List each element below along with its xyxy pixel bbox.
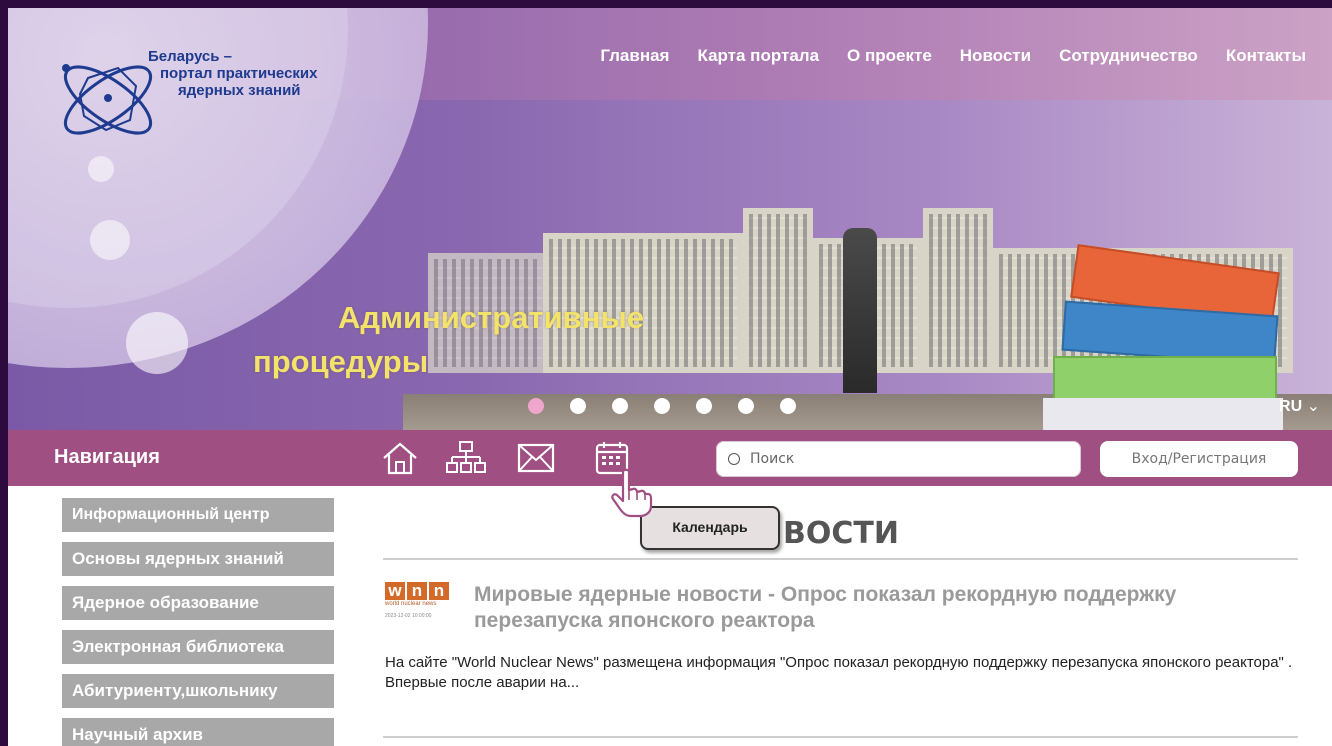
nav-link-sitemap[interactable]: Карта портала [697, 46, 819, 66]
divider [383, 558, 1298, 560]
wnn-subtitle: world nuclear news [385, 601, 437, 607]
building-tower-right [923, 208, 993, 373]
slide-slogan: Административные процедуры [253, 296, 644, 384]
slider-dot[interactable] [528, 398, 544, 414]
logo-text: Беларусь – портал практических ядерных з… [148, 48, 398, 99]
article-summary: На сайте "World Nuclear News" размещена … [385, 654, 1293, 691]
nav-link-home[interactable]: Главная [600, 46, 669, 66]
sidebar-item-e-library[interactable]: Электронная библиотека [62, 630, 334, 664]
mail-icon[interactable] [516, 440, 556, 476]
decor-bubble [126, 312, 188, 374]
language-selector[interactable]: RU ⌄ [1279, 396, 1320, 416]
slider-dot[interactable] [654, 398, 670, 414]
wnn-letter: n [429, 582, 449, 600]
sitemap-icon[interactable] [446, 440, 486, 476]
slider-dot[interactable] [738, 398, 754, 414]
sidebar-item-nuclear-education[interactable]: Ядерное образование [62, 586, 334, 620]
sidebar-item-nuclear-basics[interactable]: Основы ядерных знаний [62, 542, 334, 576]
home-icon[interactable] [380, 440, 420, 476]
toolbar: Навигация Вход [8, 430, 1332, 486]
folders-stack [1043, 244, 1283, 430]
page: Беларусь – портал практических ядерных з… [8, 8, 1332, 746]
nav-link-about[interactable]: О проекте [847, 46, 932, 66]
login-button[interactable]: Вход/Регистрация [1100, 441, 1298, 477]
nav-link-cooperation[interactable]: Сотрудничество [1059, 46, 1198, 66]
wnn-letter: w [385, 582, 405, 600]
logo-line-3: ядерных знаний [178, 82, 301, 99]
search-box[interactable] [716, 441, 1081, 477]
search-input[interactable] [748, 450, 1072, 468]
sidebar-item-info-center[interactable]: Информационный центр [62, 498, 334, 532]
decor-bubble [90, 220, 130, 260]
logo-line-2: портал практических [160, 65, 318, 82]
sidebar-menu: Информационный центр Основы ядерных знан… [62, 498, 334, 746]
chevron-down-icon: ⌄ [1306, 398, 1320, 415]
calendar-tooltip: Календарь [640, 506, 780, 550]
news-heading: ВОСТИ [783, 516, 899, 551]
slogan-line-2: процедуры [253, 344, 429, 379]
wnn-letter: n [407, 582, 427, 600]
slider-dot[interactable] [612, 398, 628, 414]
sidebar-item-archive[interactable]: Научный архив [62, 718, 334, 746]
slogan-line-1: Административные [338, 300, 645, 335]
slider-dot[interactable] [780, 398, 796, 414]
monument [843, 228, 877, 393]
hero-banner: Беларусь – портал практических ядерных з… [8, 8, 1332, 430]
navigation-title: Навигация [54, 446, 160, 468]
top-navigation: Главная Карта портала О проекте Новости … [600, 46, 1306, 66]
article-title-link[interactable]: Мировые ядерные новости - Опрос показал … [474, 582, 1304, 634]
divider [383, 736, 1298, 738]
site-logo[interactable]: Беларусь – портал практических ядерных з… [48, 38, 368, 158]
slider-dot[interactable] [696, 398, 712, 414]
hand-cursor-icon [611, 468, 653, 518]
building-tower-left [743, 208, 813, 373]
news-date: 2023-12-02 10:00:00 [385, 613, 432, 619]
sidebar-item-applicants[interactable]: Абитуриенту,школьнику [62, 674, 334, 708]
wnn-logo[interactable]: w n n world nuclear news 2023-12-02 10:0… [385, 582, 457, 630]
nav-link-news[interactable]: Новости [960, 46, 1031, 66]
slider-dots [528, 398, 796, 414]
search-icon [728, 453, 740, 465]
nav-link-contacts[interactable]: Контакты [1226, 46, 1306, 66]
logo-line-1: Беларусь – [148, 48, 233, 65]
decor-bubble [88, 156, 114, 182]
language-code: RU [1279, 398, 1303, 415]
slider-dot[interactable] [570, 398, 586, 414]
